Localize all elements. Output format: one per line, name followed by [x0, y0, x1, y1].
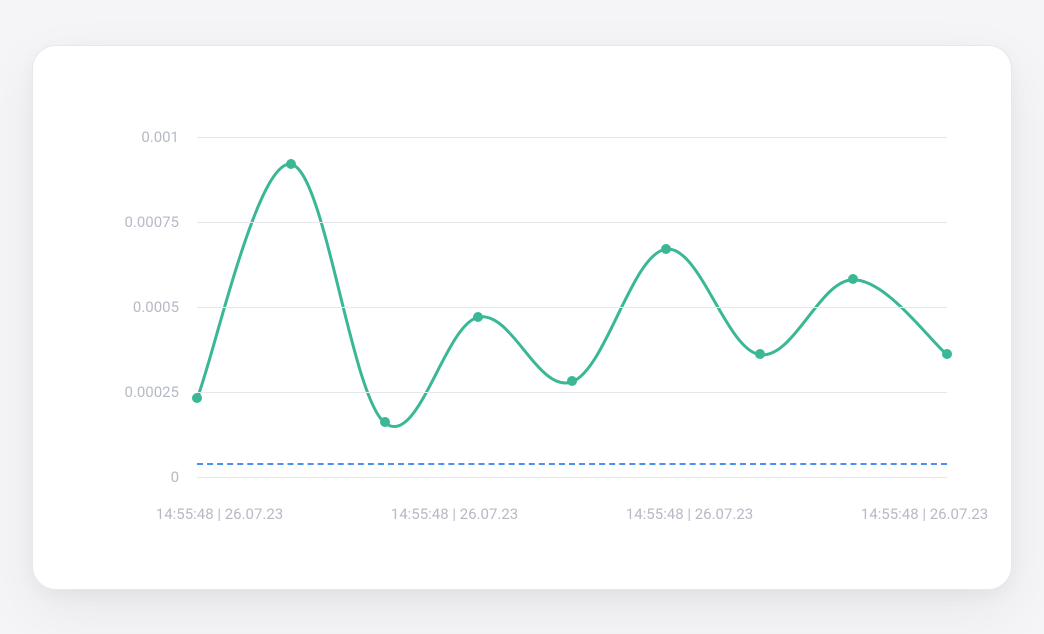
data-point — [661, 244, 671, 254]
y-tick-label: 0.00025 — [124, 383, 179, 401]
x-tick-label: 14:55:48 | 26.07.23 — [626, 505, 753, 523]
x-tick-label: 14:55:48 | 26.07.23 — [156, 505, 283, 523]
y-tick-label: 0.001 — [141, 128, 179, 146]
chart-container: 00.000250.00050.000750.001 14:55:48 | 26… — [77, 82, 967, 557]
data-point — [286, 159, 296, 169]
chart-card: 00.000250.00050.000750.001 14:55:48 | 26… — [32, 45, 1012, 590]
y-tick-label: 0.0005 — [133, 298, 179, 316]
data-point — [567, 376, 577, 386]
data-point — [755, 349, 765, 359]
x-tick-label: 14:55:48 | 26.07.23 — [861, 505, 988, 523]
plot-area: 00.000250.00050.000750.001 — [197, 137, 947, 477]
data-point — [380, 417, 390, 427]
x-tick-label: 14:55:48 | 26.07.23 — [391, 505, 518, 523]
y-tick-label: 0 — [171, 468, 179, 486]
gridline — [197, 477, 947, 478]
data-point — [942, 349, 952, 359]
y-tick-label: 0.00075 — [124, 213, 179, 231]
gridline — [197, 307, 947, 308]
gridline — [197, 222, 947, 223]
gridline — [197, 392, 947, 393]
x-axis-labels: 14:55:48 | 26.07.2314:55:48 | 26.07.2314… — [197, 505, 947, 529]
data-point — [473, 312, 483, 322]
data-point — [192, 393, 202, 403]
data-point — [848, 274, 858, 284]
gridline — [197, 137, 947, 138]
